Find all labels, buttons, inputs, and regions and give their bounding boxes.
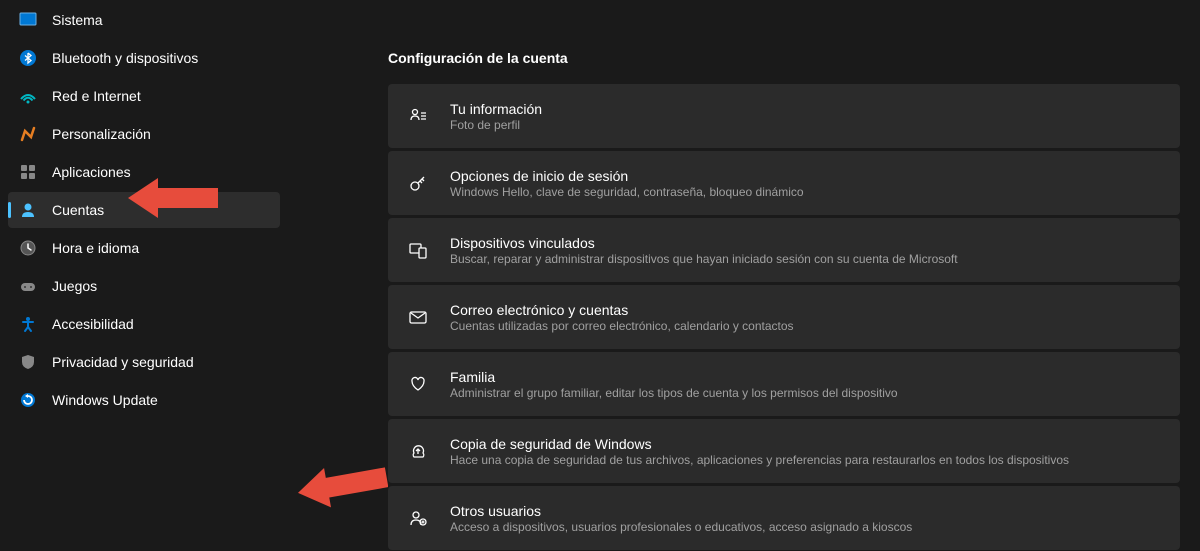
update-icon (18, 390, 38, 410)
section-title: Configuración de la cuenta (388, 50, 1180, 66)
settings-desc: Windows Hello, clave de seguridad, contr… (450, 185, 1162, 199)
sidebar-item-accessibility[interactable]: Accesibilidad (8, 306, 280, 342)
settings-item-signin[interactable]: Opciones de inicio de sesión Windows Hel… (388, 151, 1180, 215)
sidebar-item-label: Red e Internet (52, 88, 141, 104)
settings-desc: Cuentas utilizadas por correo electrónic… (450, 319, 1162, 333)
settings-text: Correo electrónico y cuentas Cuentas uti… (450, 302, 1162, 333)
sidebar-item-label: Cuentas (52, 202, 104, 218)
settings-text: Opciones de inicio de sesión Windows Hel… (450, 168, 1162, 199)
network-icon (18, 86, 38, 106)
privacy-icon (18, 352, 38, 372)
key-icon (406, 171, 430, 195)
sidebar-item-apps[interactable]: Aplicaciones (8, 154, 280, 190)
bluetooth-icon (18, 48, 38, 68)
settings-item-info[interactable]: Tu información Foto de perfil (388, 84, 1180, 148)
sidebar-item-network[interactable]: Red e Internet (8, 78, 280, 114)
sidebar-item-accounts[interactable]: Cuentas (8, 192, 280, 228)
settings-desc: Hace una copia de seguridad de tus archi… (450, 453, 1162, 467)
accessibility-icon (18, 314, 38, 334)
gaming-icon (18, 276, 38, 296)
sidebar-item-update[interactable]: Windows Update (8, 382, 280, 418)
sidebar-item-label: Sistema (52, 12, 103, 28)
settings-item-email[interactable]: Correo electrónico y cuentas Cuentas uti… (388, 285, 1180, 349)
sidebar-item-privacy[interactable]: Privacidad y seguridad (8, 344, 280, 380)
apps-icon (18, 162, 38, 182)
personalization-icon (18, 124, 38, 144)
sidebar: Sistema Bluetooth y dispositivos Red e I… (0, 0, 288, 551)
sidebar-item-bluetooth[interactable]: Bluetooth y dispositivos (8, 40, 280, 76)
main-content: Configuración de la cuenta Tu informació… (288, 0, 1200, 551)
sidebar-item-label: Windows Update (52, 392, 158, 408)
settings-desc: Buscar, reparar y administrar dispositiv… (450, 252, 1162, 266)
family-icon (406, 372, 430, 396)
sidebar-item-label: Personalización (52, 126, 151, 142)
settings-label: Copia de seguridad de Windows (450, 436, 1162, 452)
time-icon (18, 238, 38, 258)
settings-text: Familia Administrar el grupo familiar, e… (450, 369, 1162, 400)
settings-item-other-users[interactable]: Otros usuarios Acceso a dispositivos, us… (388, 486, 1180, 550)
sidebar-item-label: Accesibilidad (52, 316, 134, 332)
settings-item-family[interactable]: Familia Administrar el grupo familiar, e… (388, 352, 1180, 416)
settings-text: Dispositivos vinculados Buscar, reparar … (450, 235, 1162, 266)
settings-item-backup[interactable]: Copia de seguridad de Windows Hace una c… (388, 419, 1180, 483)
system-icon (18, 10, 38, 30)
settings-label: Correo electrónico y cuentas (450, 302, 1162, 318)
sidebar-item-label: Hora e idioma (52, 240, 139, 256)
settings-text: Otros usuarios Acceso a dispositivos, us… (450, 503, 1162, 534)
devices-icon (406, 238, 430, 262)
sidebar-item-time[interactable]: Hora e idioma (8, 230, 280, 266)
settings-item-devices[interactable]: Dispositivos vinculados Buscar, reparar … (388, 218, 1180, 282)
sidebar-item-label: Juegos (52, 278, 97, 294)
mail-icon (406, 305, 430, 329)
settings-desc: Administrar el grupo familiar, editar lo… (450, 386, 1162, 400)
settings-desc: Foto de perfil (450, 118, 1162, 132)
sidebar-item-system[interactable]: Sistema (8, 2, 280, 38)
sidebar-item-personalization[interactable]: Personalización (8, 116, 280, 152)
sidebar-item-gaming[interactable]: Juegos (8, 268, 280, 304)
settings-text: Tu información Foto de perfil (450, 101, 1162, 132)
sidebar-item-label: Privacidad y seguridad (52, 354, 194, 370)
info-icon (406, 104, 430, 128)
users-icon (406, 506, 430, 530)
settings-label: Familia (450, 369, 1162, 385)
sidebar-item-label: Aplicaciones (52, 164, 131, 180)
accounts-icon (18, 200, 38, 220)
settings-label: Tu información (450, 101, 1162, 117)
settings-desc: Acceso a dispositivos, usuarios profesio… (450, 520, 1162, 534)
backup-icon (406, 439, 430, 463)
settings-text: Copia de seguridad de Windows Hace una c… (450, 436, 1162, 467)
settings-label: Opciones de inicio de sesión (450, 168, 1162, 184)
settings-label: Otros usuarios (450, 503, 1162, 519)
sidebar-item-label: Bluetooth y dispositivos (52, 50, 198, 66)
settings-label: Dispositivos vinculados (450, 235, 1162, 251)
